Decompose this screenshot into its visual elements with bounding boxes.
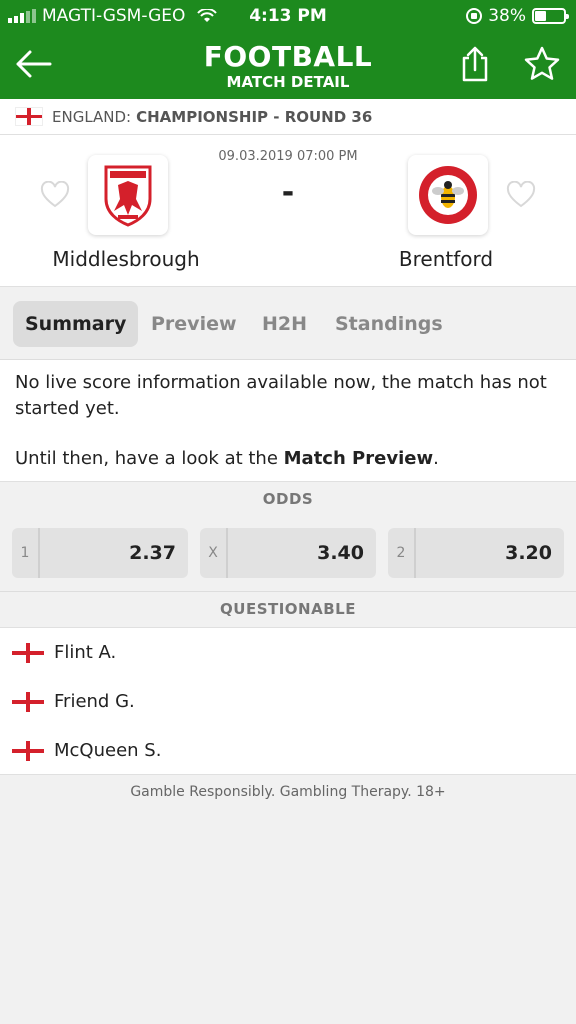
tab-h2h[interactable]: H2H	[250, 301, 319, 347]
odds-key: 2	[388, 528, 416, 578]
odds-key: 1	[12, 528, 40, 578]
share-icon[interactable]	[458, 44, 492, 84]
odds-value: 3.20	[505, 542, 552, 564]
match-tabs: Summary Preview H2H Standings	[0, 288, 576, 360]
odds-away-button[interactable]: 2 3.20	[388, 528, 564, 578]
match-header: 09.03.2019 07:00 PM - Middlesbrough Bren…	[0, 135, 576, 287]
notice-preview-line: Until then, have a look at the Match Pre…	[15, 446, 561, 472]
match-preview-link[interactable]: Match Preview	[284, 448, 433, 469]
heart-icon[interactable]	[506, 181, 536, 209]
player-name: Flint A.	[54, 642, 117, 663]
battery-percent: 38%	[488, 6, 526, 26]
orientation-lock-icon	[466, 8, 483, 24]
match-datetime: 09.03.2019 07:00 PM	[218, 149, 358, 164]
england-flag-icon	[12, 740, 44, 761]
away-team-badge[interactable]	[408, 155, 488, 235]
odds-draw-button[interactable]: X 3.40	[200, 528, 376, 578]
odds-home-button[interactable]: 1 2.37	[12, 528, 188, 578]
brentford-crest-icon	[419, 166, 477, 224]
questionable-list: Flint A. Friend G. McQueen S.	[0, 627, 576, 775]
list-item[interactable]: Flint A.	[0, 628, 576, 677]
home-team-name[interactable]: Middlesbrough	[26, 247, 226, 271]
status-right: 38%	[466, 6, 569, 26]
england-flag-icon	[12, 691, 44, 712]
tab-summary[interactable]: Summary	[13, 301, 139, 347]
notice-prefix: Until then, have a look at the	[15, 448, 284, 469]
status-bar: MAGTI-GSM-GEO 4:13 PM 38%	[0, 0, 576, 32]
app-header: MAGTI-GSM-GEO 4:13 PM 38% FOOTBALL MATCH…	[0, 0, 576, 99]
odds-heading: ODDS	[262, 490, 314, 508]
england-flag-icon	[12, 642, 44, 663]
odds-key: X	[200, 528, 228, 578]
league-bar[interactable]: ENGLAND: CHAMPIONSHIP - ROUND 36	[0, 99, 576, 135]
star-icon[interactable]	[522, 44, 562, 84]
player-name: Friend G.	[54, 691, 135, 712]
england-flag-icon	[16, 108, 42, 125]
away-team-name[interactable]: Brentford	[346, 247, 546, 271]
notice-text: No live score information available now,…	[15, 372, 547, 419]
list-item[interactable]: McQueen S.	[0, 726, 576, 775]
questionable-heading: QUESTIONABLE	[220, 600, 356, 618]
league-country: ENGLAND:	[52, 107, 132, 126]
battery-icon	[532, 8, 569, 24]
player-name: McQueen S.	[54, 740, 162, 761]
live-score-notice: No live score information available now,…	[0, 360, 576, 482]
odds-row: 1 2.37 X 3.40 2 3.20	[0, 516, 576, 592]
league-name: CHAMPIONSHIP - ROUND 36	[136, 107, 373, 126]
gambling-disclaimer[interactable]: Gamble Responsibly. Gambling Therapy. 18…	[0, 784, 576, 800]
odds-value: 3.40	[317, 542, 364, 564]
tab-standings[interactable]: Standings	[323, 301, 455, 347]
tab-preview[interactable]: Preview	[139, 301, 249, 347]
notice-suffix: .	[433, 448, 439, 469]
battery-fill	[535, 11, 546, 21]
match-score: -	[281, 175, 295, 210]
odds-value: 2.37	[129, 542, 176, 564]
list-item[interactable]: Friend G.	[0, 677, 576, 726]
